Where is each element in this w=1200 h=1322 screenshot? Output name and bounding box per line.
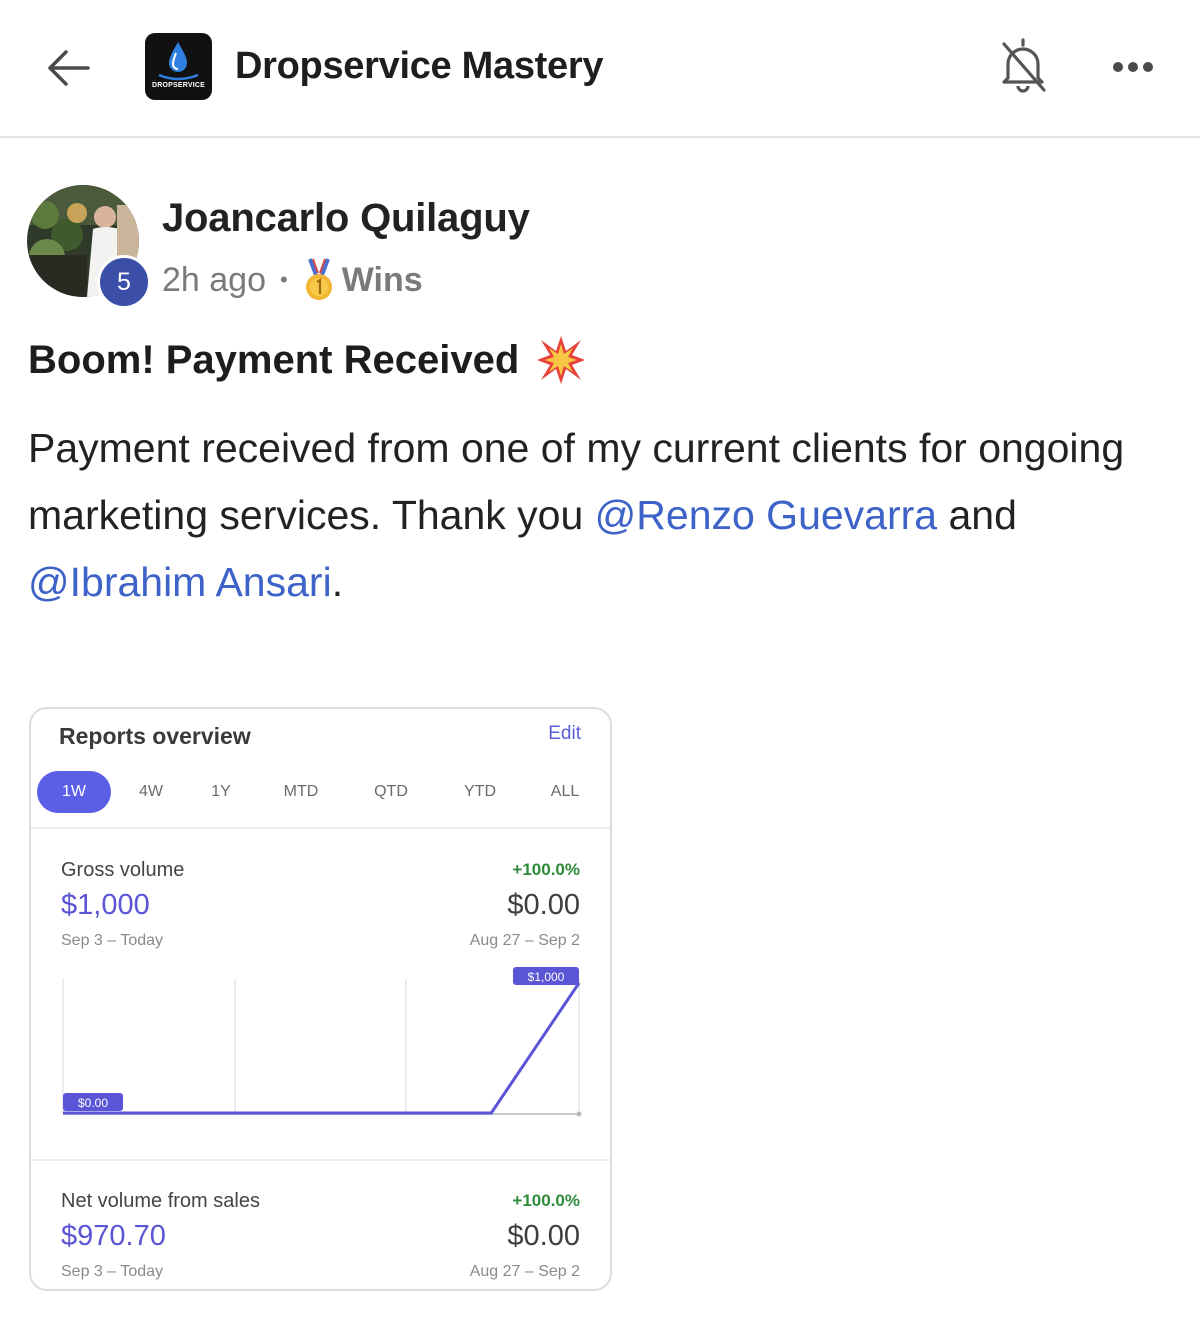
back-button[interactable] <box>40 40 96 96</box>
more-dot <box>1143 62 1153 72</box>
bell-muted-icon <box>1002 38 1046 93</box>
gross-volume-range: Sep 3 – Today <box>61 932 164 949</box>
net-volume-range: Sep 3 – Today <box>61 1263 164 1280</box>
meta-separator: • <box>280 267 288 292</box>
level-badge: 5 <box>97 255 151 309</box>
arrow-left-icon <box>48 50 90 86</box>
tab-qtd: QTD <box>374 783 408 800</box>
report-divider <box>31 827 610 829</box>
gross-volume-prev-range: Aug 27 – Sep 2 <box>469 932 580 949</box>
post-meta: 2h ago • Wins <box>162 255 423 305</box>
medal-icon <box>305 258 332 300</box>
post-title: Boom! Payment Received <box>28 332 587 388</box>
mention-ibrahim[interactable]: @Ibrahim Ansari <box>28 559 332 605</box>
chart-max-label: $1,000 <box>528 970 565 984</box>
tab-mtd: MTD <box>283 783 319 800</box>
report-divider <box>31 1159 610 1161</box>
post-body-text: . <box>331 559 344 605</box>
net-volume-change: +100.0% <box>512 1191 580 1210</box>
category-link[interactable]: Wins <box>342 261 423 300</box>
gross-volume-chart: $1,000 $0.00 <box>62 967 582 1117</box>
gross-volume-value: $1,000 <box>61 889 150 921</box>
drop-logo-icon <box>158 42 199 81</box>
post-body-text: and <box>937 492 1017 538</box>
more-dot <box>1128 62 1138 72</box>
chart-end-dot <box>576 1111 582 1117</box>
tab-1w: 1W <box>37 771 111 813</box>
tab-4w: 4W <box>139 783 163 800</box>
net-volume-value: $970.70 <box>61 1220 166 1252</box>
notifications-button[interactable] <box>996 34 1050 96</box>
tab-all: ALL <box>550 783 580 800</box>
top-bar: DROPSERVICE Dropservice Mastery <box>0 0 1200 138</box>
report-edit: Edit <box>548 723 581 744</box>
more-dots-icon <box>1113 62 1123 72</box>
logo-text: DROPSERVICE <box>151 82 206 89</box>
gross-volume-prev: $0.00 <box>507 889 580 921</box>
post-body: Payment received from one of my current … <box>28 415 1178 616</box>
post-title-text: Boom! Payment Received <box>28 338 520 382</box>
chart-min-label: $0.00 <box>78 1096 108 1110</box>
report-image[interactable]: Reports overview Edit 1W 4W 1Y MTD QTD Y… <box>29 707 612 1291</box>
net-volume-label: Net volume from sales <box>61 1190 260 1212</box>
chart-series-line <box>63 982 581 1115</box>
gross-volume-change: +100.0% <box>512 860 580 879</box>
more-options-button[interactable] <box>1104 52 1162 82</box>
collision-icon <box>537 336 586 384</box>
author-name[interactable]: Joancarlo Quilaguy <box>162 192 530 244</box>
post-time: 2h ago <box>162 260 266 299</box>
gross-volume-label: Gross volume <box>61 859 185 881</box>
tab-1y: 1Y <box>211 783 231 800</box>
net-volume-prev: $0.00 <box>507 1220 580 1252</box>
net-volume-prev-range: Aug 27 – Sep 2 <box>469 1263 580 1280</box>
report-title: Reports overview <box>59 723 251 749</box>
tab-ytd: YTD <box>464 783 496 800</box>
group-logo[interactable]: DROPSERVICE <box>145 33 212 100</box>
group-title: Dropservice Mastery <box>235 45 604 87</box>
report-tabs: 1W 4W 1Y MTD QTD YTD ALL <box>37 771 607 813</box>
mention-renzo[interactable]: @Renzo Guevarra <box>595 492 937 538</box>
